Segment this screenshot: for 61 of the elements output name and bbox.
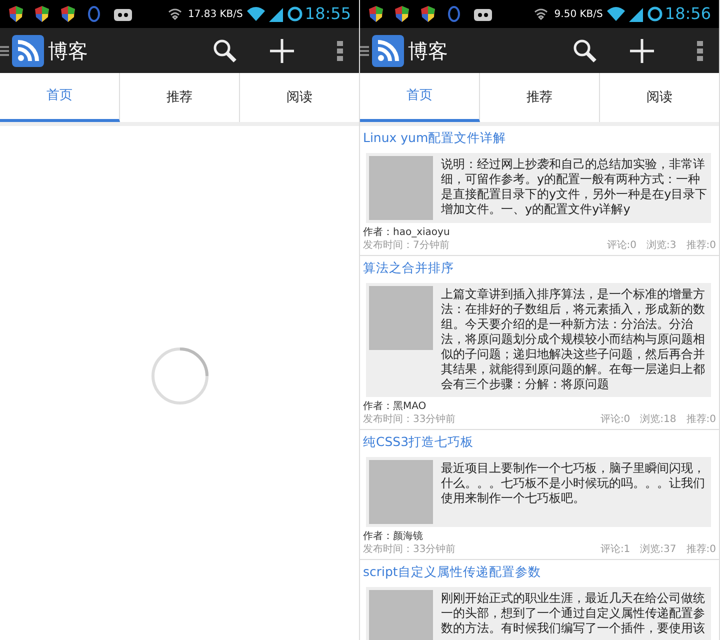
article-summary: 最近项目上要制作一个七巧板，脑子里瞬间闪现，什么。。。七巧板不是小时候玩的吗。。。让我们使用来制作一个七巧板吧。 xyxy=(441,460,706,507)
wifi-icon xyxy=(168,8,182,20)
rss-icon xyxy=(12,34,44,66)
app-title: 博客 xyxy=(48,38,88,64)
publish-time: 发布时间：33分钟前 xyxy=(363,413,457,426)
ring-icon xyxy=(646,6,663,22)
publish-time: 发布时间：7分钟前 xyxy=(363,239,450,252)
author: 作者：颜海镜 xyxy=(363,530,424,543)
article-title[interactable]: Linux yum配置文件详解 xyxy=(363,126,716,147)
avatar-placeholder xyxy=(369,286,433,350)
penguin-icon xyxy=(446,5,462,23)
recommend-count: 推荐:0 xyxy=(686,239,716,252)
publish-time: 发布时间：33分钟前 xyxy=(363,543,457,556)
tab[interactable]: 首页 xyxy=(360,73,480,122)
avatar-placeholder xyxy=(369,156,433,220)
shield-icon xyxy=(60,5,76,23)
view-count: 浏览:18 xyxy=(640,413,676,426)
article-summary: 说明：经过网上抄袭和自己的总结加实验，非常详细，可留作参考。y的配置一般有两种方式：一种是直接配置目录下的y文件，另外一种是在y目录下增加文件。一、y的配置文件y详解y xyxy=(441,156,708,218)
penguin-icon xyxy=(86,5,102,23)
wifi-icon xyxy=(534,8,548,20)
overflow-menu-button[interactable] xyxy=(697,40,703,60)
search-button[interactable] xyxy=(573,38,597,62)
ring-icon xyxy=(286,6,303,22)
add-button[interactable] xyxy=(629,38,655,64)
comment-count: 评论:1 xyxy=(600,543,630,556)
signal-icon xyxy=(604,5,645,23)
tab[interactable]: 推荐 xyxy=(480,73,600,122)
view-count: 浏览:37 xyxy=(640,543,676,556)
author: 作者：黑MAO xyxy=(363,400,428,413)
recommend-count: 推荐:0 xyxy=(686,413,716,426)
comment-count: 评论:0 xyxy=(606,239,637,252)
add-button[interactable] xyxy=(269,38,295,64)
comment-count: 评论:0 xyxy=(600,413,630,426)
signal-icon xyxy=(244,5,285,23)
author: 作者：hao_xiaoyu xyxy=(363,226,451,239)
article-summary: 刚刚开始正式的职业生涯，最近几天在给公司做统一的头部，想到了一个通过自定义属性传递配置参数的方法。有时候我们编写了一个插件，要使用该 xyxy=(441,590,706,637)
article-title[interactable]: script自定义属性传递配置参数 xyxy=(363,560,716,581)
tab[interactable]: 阅读 xyxy=(600,73,719,122)
avatar-placeholder xyxy=(369,590,433,640)
app-title: 博客 xyxy=(408,38,448,64)
avatar-placeholder xyxy=(369,460,433,524)
clock: 18:55 xyxy=(304,3,351,25)
tab[interactable]: 首页 xyxy=(0,73,120,122)
overflow-menu-button[interactable] xyxy=(337,40,343,60)
article-title[interactable]: 算法之合并排序 xyxy=(363,256,716,277)
rss-icon xyxy=(372,34,404,66)
article-title[interactable]: 纯CSS3打造七巧板 xyxy=(363,430,716,451)
shield-icon xyxy=(34,5,50,23)
network-speed: 17.83 KB/S xyxy=(188,8,243,22)
shield-icon xyxy=(420,5,436,23)
clock: 18:56 xyxy=(664,3,711,25)
tab[interactable]: 阅读 xyxy=(240,73,359,122)
shield-icon xyxy=(368,5,384,23)
network-speed: 9.50 KB/S xyxy=(554,8,603,22)
shield-icon xyxy=(8,5,24,23)
tab[interactable]: 推荐 xyxy=(120,73,240,122)
view-count: 浏览:3 xyxy=(646,239,676,252)
article-summary: 上篇文章讲到插入排序算法，是一个标准的增量方法：在排好的子数组后，将元素插入，形成新的数组。今天要介绍的是一种新方法：分治法。分治法，将原问题划分成个规模较小而结构与原问题相似的子问题；递归地解决这些子问题，然后再合并其结果，就能得到原问题的解。在每一层递归上都会有三个步骤：分解：将原问题 xyxy=(441,286,706,393)
recommend-count: 推荐:0 xyxy=(686,543,716,556)
shield-icon xyxy=(394,5,410,23)
search-button[interactable] xyxy=(213,38,237,62)
